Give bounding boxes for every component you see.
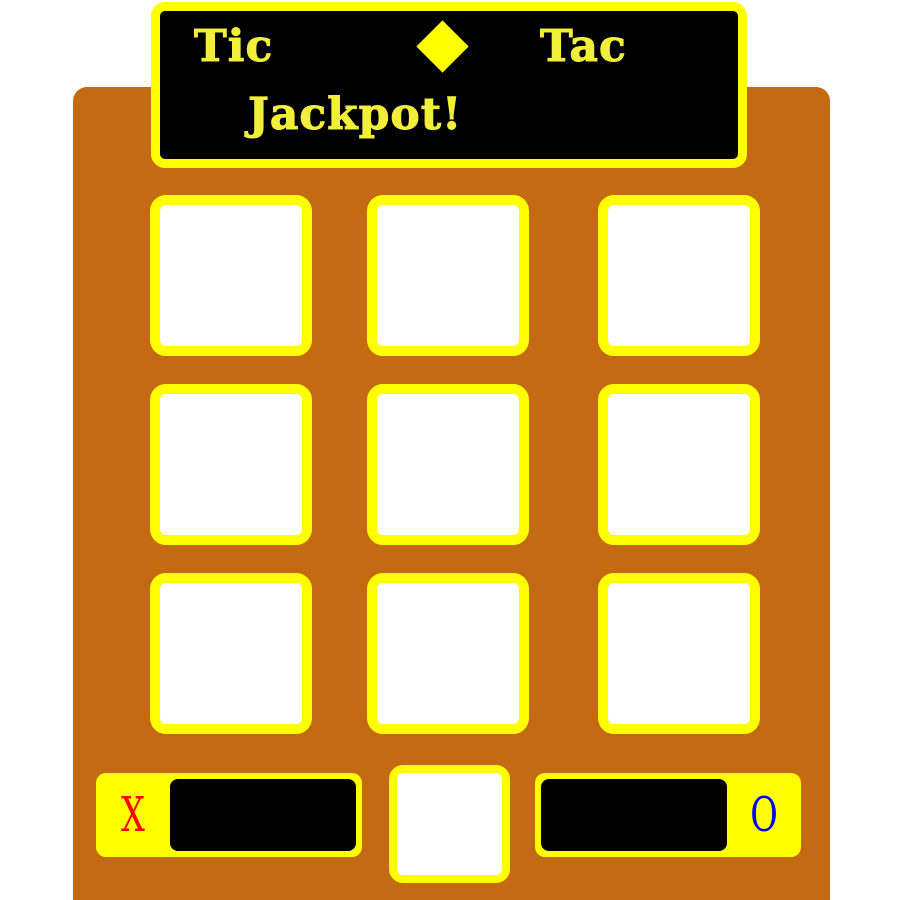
player-o-score-display bbox=[541, 779, 727, 851]
player-x-symbol: X bbox=[121, 787, 145, 843]
board-cell-6[interactable] bbox=[598, 384, 760, 545]
diamond-icon bbox=[416, 20, 469, 73]
board-cell-4[interactable] bbox=[150, 384, 312, 545]
center-button[interactable] bbox=[389, 765, 510, 883]
title-word-jackpot: Jackpot! bbox=[247, 89, 463, 140]
board-cell-7[interactable] bbox=[150, 573, 312, 734]
title-banner: Tic Tac Jackpot! bbox=[151, 2, 747, 168]
title-word-tac: Tac bbox=[540, 21, 627, 72]
board-cell-5[interactable] bbox=[367, 384, 529, 545]
board-cell-8[interactable] bbox=[367, 573, 529, 734]
board-cell-3[interactable] bbox=[598, 195, 760, 356]
board-cell-1[interactable] bbox=[150, 195, 312, 356]
board-cell-2[interactable] bbox=[367, 195, 529, 356]
title-word-tic: Tic bbox=[193, 21, 274, 72]
player-x-score-display bbox=[170, 779, 356, 851]
player-o-symbol: O bbox=[750, 787, 778, 843]
player-x-scorebox: X bbox=[96, 773, 362, 857]
board-cell-9[interactable] bbox=[598, 573, 760, 734]
player-o-scorebox: O bbox=[535, 773, 801, 857]
